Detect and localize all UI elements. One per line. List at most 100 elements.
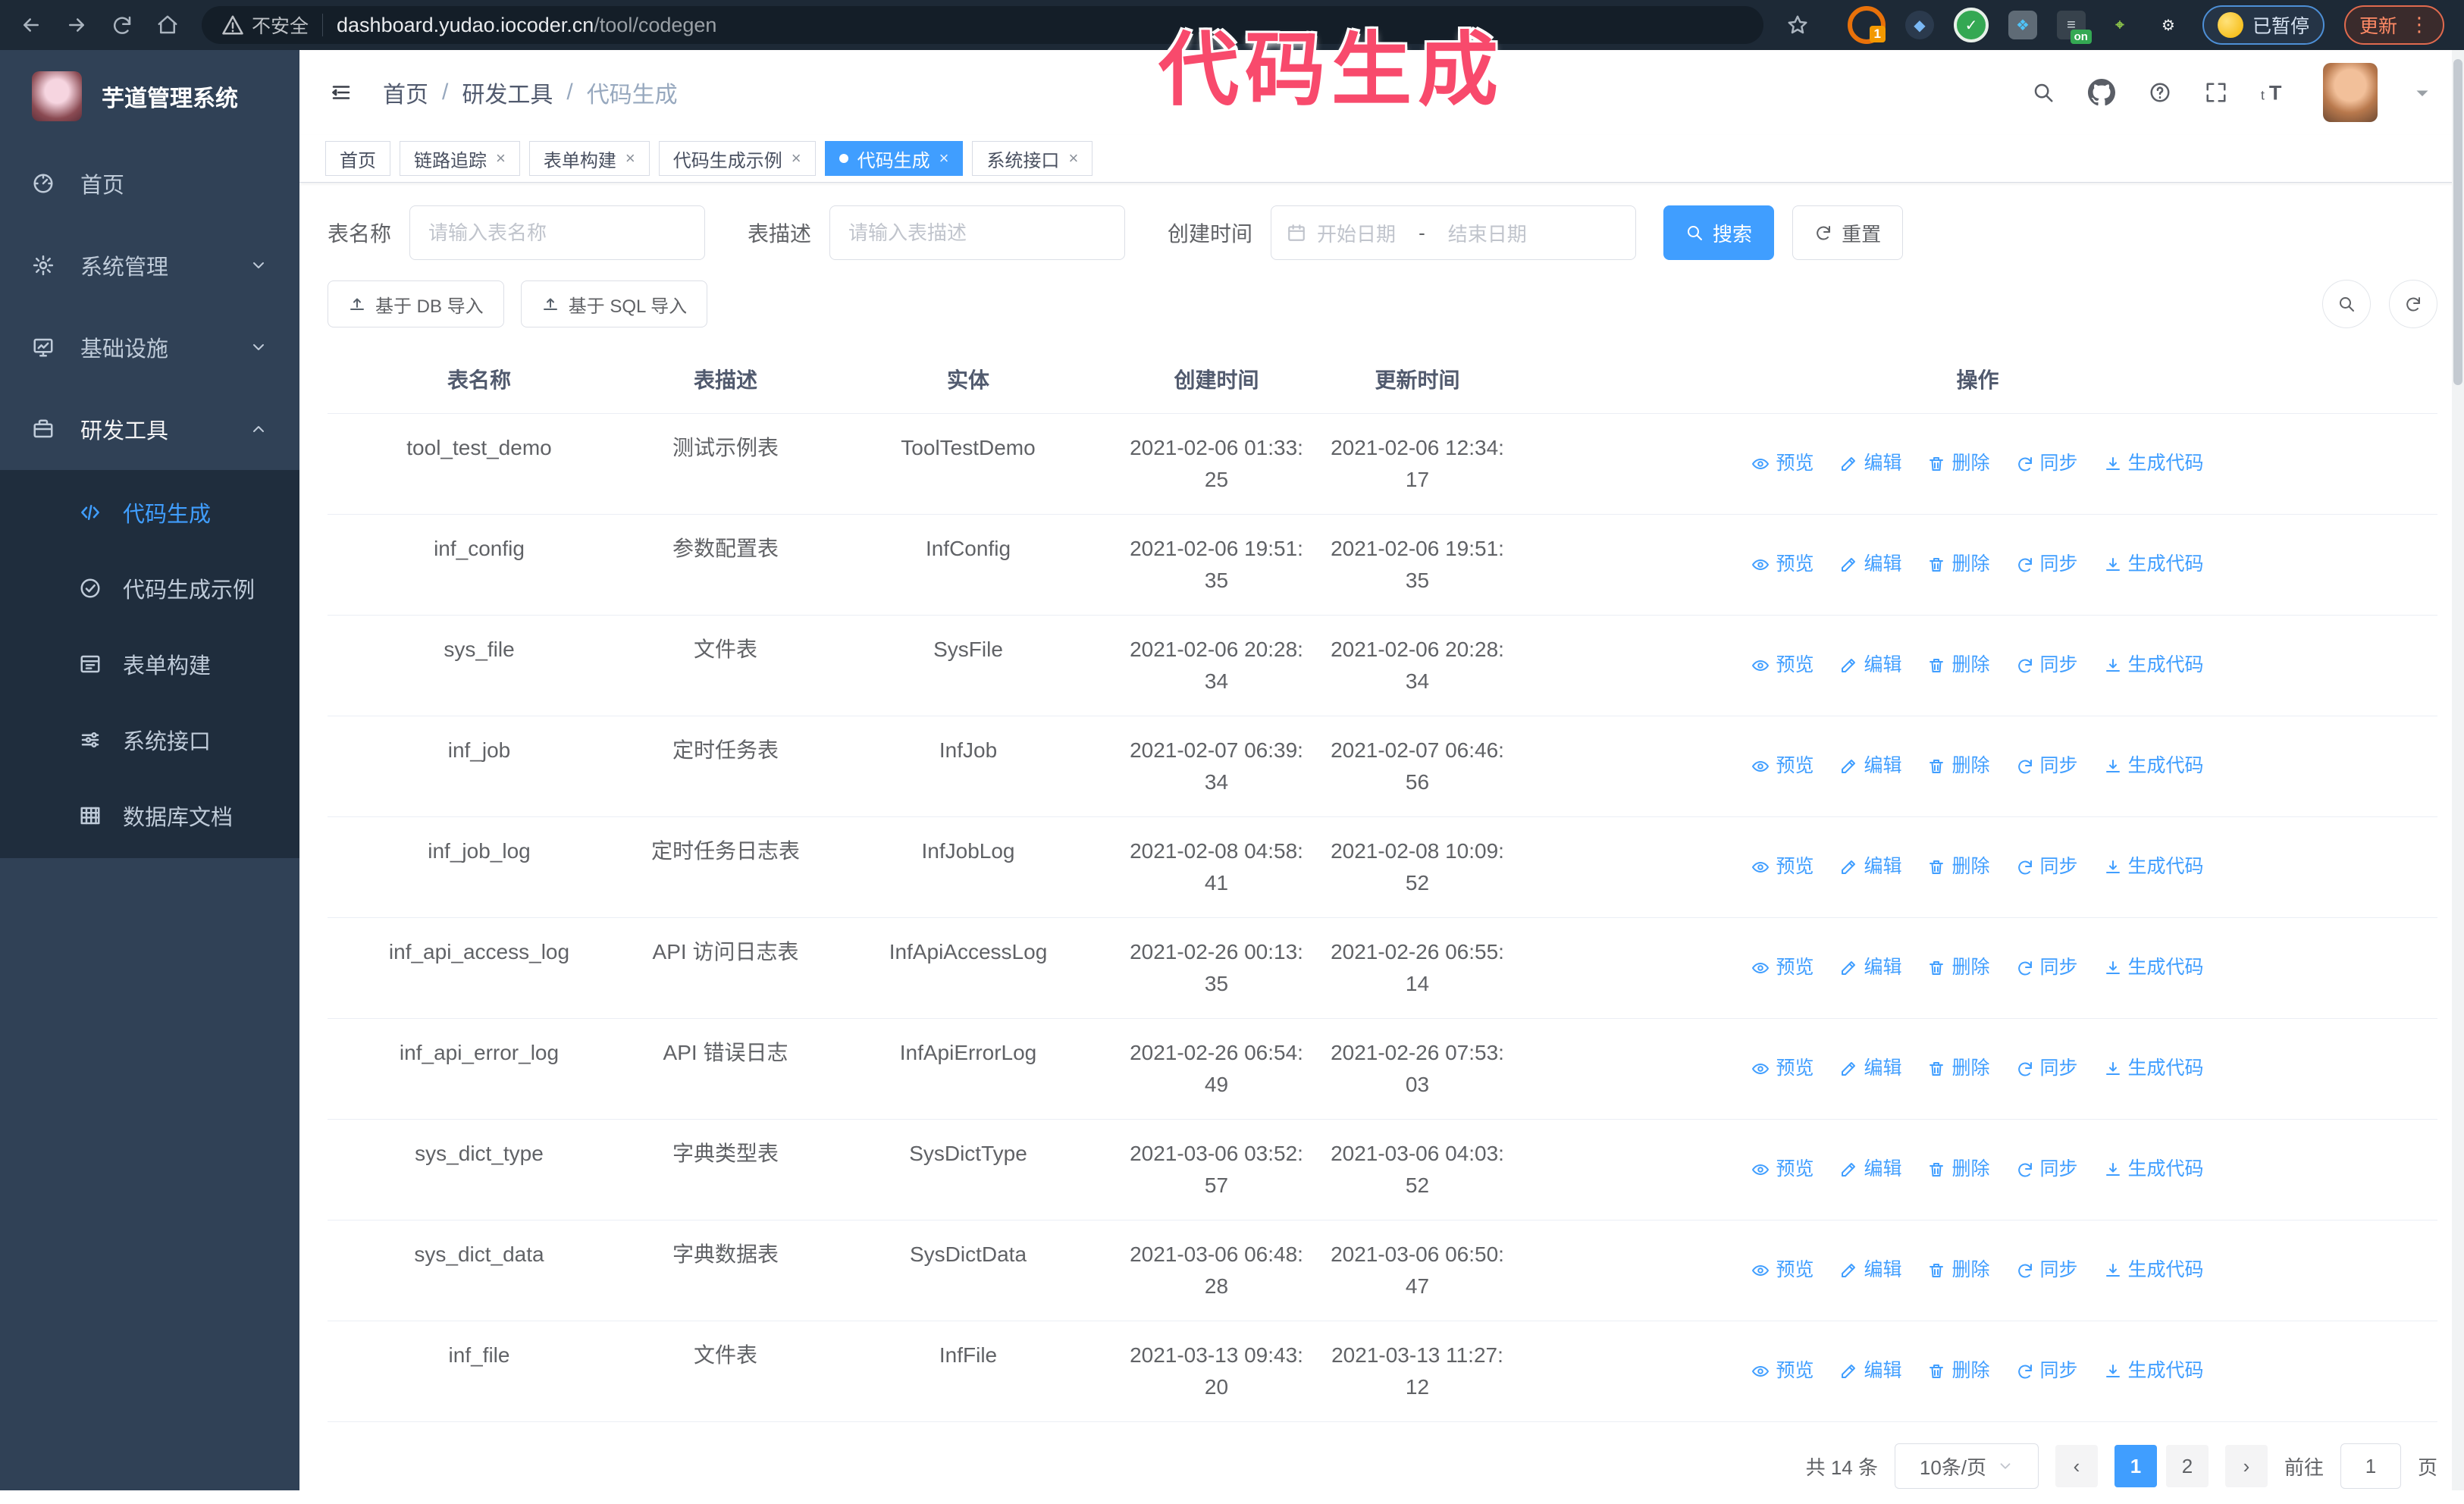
action-同步[interactable]: 同步: [2016, 1054, 2078, 1083]
action-编辑[interactable]: 编辑: [1839, 1054, 1901, 1083]
breadcrumb-tools[interactable]: 研发工具: [462, 76, 553, 109]
action-删除[interactable]: 删除: [1927, 752, 1990, 781]
action-预览[interactable]: 预览: [1751, 954, 1814, 982]
submenu-item-代码生成[interactable]: 代码生成: [0, 475, 299, 550]
sidebar-collapse-icon[interactable]: [330, 81, 353, 104]
action-编辑[interactable]: 编辑: [1839, 853, 1901, 882]
reset-button[interactable]: 重置: [1792, 205, 1904, 260]
fullscreen-icon[interactable]: [2205, 81, 2227, 104]
action-预览[interactable]: 预览: [1751, 1054, 1814, 1083]
action-生成代码[interactable]: 生成代码: [2104, 1054, 2204, 1083]
profile-paused-chip[interactable]: 已暂停: [2202, 5, 2324, 45]
action-删除[interactable]: 删除: [1927, 1054, 1990, 1083]
action-编辑[interactable]: 编辑: [1839, 450, 1901, 478]
tag-close-icon[interactable]: ×: [625, 149, 635, 168]
chrome-menu-icon[interactable]: ⋮: [2409, 14, 2429, 33]
sidebar-item-研发工具[interactable]: 研发工具: [0, 388, 299, 470]
reload-icon[interactable]: [111, 14, 133, 36]
action-编辑[interactable]: 编辑: [1839, 550, 1901, 579]
action-预览[interactable]: 预览: [1751, 853, 1814, 882]
action-生成代码[interactable]: 生成代码: [2104, 853, 2204, 882]
action-同步[interactable]: 同步: [2016, 1155, 2078, 1184]
action-同步[interactable]: 同步: [2016, 752, 2078, 781]
date-start-placeholder[interactable]: 开始日期: [1317, 219, 1396, 247]
action-同步[interactable]: 同步: [2016, 1357, 2078, 1386]
home-icon[interactable]: [156, 14, 179, 36]
action-预览[interactable]: 预览: [1751, 1155, 1814, 1184]
submenu-item-表单构建[interactable]: 表单构建: [0, 626, 299, 702]
extensions-puzzle-icon[interactable]: ⚙: [2154, 11, 2183, 39]
tag-表单构建[interactable]: 表单构建 ×: [528, 141, 650, 176]
help-icon[interactable]: [2149, 81, 2171, 104]
action-编辑[interactable]: 编辑: [1839, 954, 1901, 982]
action-同步[interactable]: 同步: [2016, 450, 2078, 478]
tag-close-icon[interactable]: ×: [496, 149, 506, 168]
address-bar[interactable]: 不安全 dashboard.yudao.iocoder.cn/tool/code…: [202, 6, 1763, 44]
page-button-1[interactable]: 1: [2114, 1445, 2157, 1487]
tag-代码生成[interactable]: 代码生成 ×: [824, 141, 964, 176]
action-编辑[interactable]: 编辑: [1839, 651, 1901, 680]
table-name-input[interactable]: [409, 205, 706, 260]
tag-首页[interactable]: 首页: [325, 141, 390, 176]
table-desc-input[interactable]: [829, 205, 1126, 260]
action-预览[interactable]: 预览: [1751, 450, 1814, 478]
extension-switch-icon[interactable]: ≡ on: [2056, 11, 2092, 44]
submenu-item-代码生成示例[interactable]: 代码生成示例: [0, 550, 299, 626]
search-button[interactable]: 搜索: [1663, 205, 1775, 260]
action-删除[interactable]: 删除: [1927, 1256, 1990, 1285]
action-预览[interactable]: 预览: [1751, 1357, 1814, 1386]
goto-page-input[interactable]: [2340, 1443, 2401, 1489]
back-icon[interactable]: [20, 14, 42, 36]
action-预览[interactable]: 预览: [1751, 651, 1814, 680]
tag-链路追踪[interactable]: 链路追踪 ×: [400, 141, 520, 176]
breadcrumb-home[interactable]: 首页: [383, 76, 428, 109]
action-同步[interactable]: 同步: [2016, 651, 2078, 680]
page-button-2[interactable]: 2: [2165, 1445, 2209, 1487]
date-range-picker[interactable]: 开始日期 - 结束日期: [1271, 205, 1637, 260]
submenu-item-系统接口[interactable]: 系统接口: [0, 702, 299, 778]
next-page-button[interactable]: ›: [2224, 1445, 2268, 1487]
import-sql-button[interactable]: 基于 SQL 导入: [520, 280, 708, 327]
forward-icon[interactable]: [65, 14, 88, 36]
bookmark-star-icon[interactable]: [1786, 14, 1809, 36]
action-编辑[interactable]: 编辑: [1839, 1357, 1901, 1386]
action-预览[interactable]: 预览: [1751, 752, 1814, 781]
tag-系统接口[interactable]: 系统接口 ×: [972, 141, 1093, 176]
action-生成代码[interactable]: 生成代码: [2104, 1256, 2204, 1285]
action-同步[interactable]: 同步: [2016, 853, 2078, 882]
action-生成代码[interactable]: 生成代码: [2104, 1155, 2204, 1184]
action-删除[interactable]: 删除: [1927, 450, 1990, 478]
action-生成代码[interactable]: 生成代码: [2104, 752, 2204, 781]
action-同步[interactable]: 同步: [2016, 550, 2078, 579]
font-size-icon[interactable]: tT: [2261, 81, 2290, 104]
extension-android-icon[interactable]: ⌖: [2105, 11, 2134, 39]
page-scrollbar[interactable]: [2452, 50, 2464, 1490]
action-删除[interactable]: 删除: [1927, 651, 1990, 680]
action-删除[interactable]: 删除: [1927, 1357, 1990, 1386]
extension-gem-icon[interactable]: ◆: [1904, 11, 1934, 39]
action-生成代码[interactable]: 生成代码: [2104, 954, 2204, 982]
action-删除[interactable]: 删除: [1927, 1155, 1990, 1184]
sidebar-logo-row[interactable]: 芋道管理系统: [0, 50, 299, 143]
github-icon[interactable]: [2088, 79, 2115, 106]
action-预览[interactable]: 预览: [1751, 1256, 1814, 1285]
caret-down-icon[interactable]: [2411, 81, 2434, 104]
scrollbar-thumb[interactable]: [2453, 59, 2462, 385]
date-end-placeholder[interactable]: 结束日期: [1448, 219, 1527, 247]
action-编辑[interactable]: 编辑: [1839, 752, 1901, 781]
action-删除[interactable]: 删除: [1927, 853, 1990, 882]
submenu-item-数据库文档[interactable]: 数据库文档: [0, 778, 299, 854]
action-编辑[interactable]: 编辑: [1839, 1256, 1901, 1285]
sidebar-item-系统管理[interactable]: 系统管理: [0, 224, 299, 306]
action-同步[interactable]: 同步: [2016, 954, 2078, 982]
user-avatar[interactable]: [2323, 63, 2378, 122]
tag-代码生成示例[interactable]: 代码生成示例 ×: [658, 141, 816, 176]
chrome-update-button[interactable]: 更新 ⋮: [2343, 5, 2444, 45]
tag-close-icon[interactable]: ×: [939, 149, 949, 168]
page-size-select[interactable]: 10条/页: [1894, 1443, 2039, 1489]
action-生成代码[interactable]: 生成代码: [2104, 651, 2204, 680]
action-删除[interactable]: 删除: [1927, 954, 1990, 982]
import-db-button[interactable]: 基于 DB 导入: [328, 280, 504, 327]
toggle-search-button[interactable]: [2322, 280, 2371, 328]
action-删除[interactable]: 删除: [1927, 550, 1990, 579]
